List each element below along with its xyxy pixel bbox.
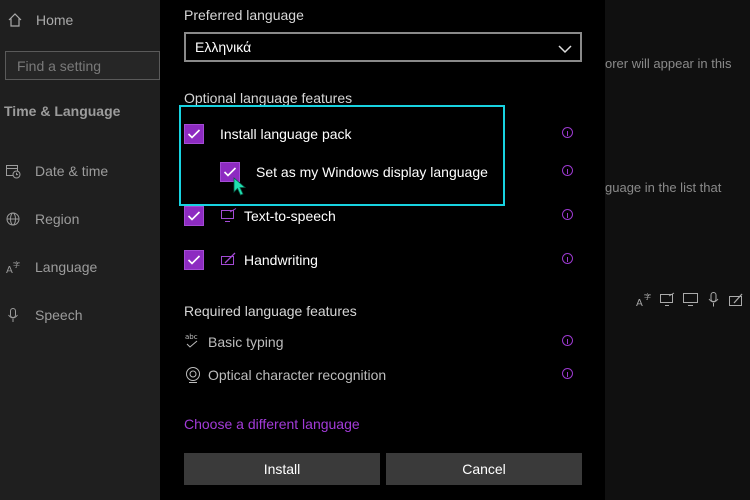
checkmark-icon	[187, 255, 201, 265]
display-icon	[682, 291, 699, 308]
language-icon: A字	[4, 259, 22, 275]
basic-typing-label: Basic typing	[208, 334, 284, 350]
microphone-icon	[4, 307, 22, 323]
find-setting-input[interactable]: Find a setting	[5, 51, 160, 80]
info-icon[interactable]	[562, 253, 573, 264]
highlight-box	[179, 105, 505, 206]
preferred-language-label: Preferred language	[184, 7, 304, 23]
mouse-cursor-icon	[233, 177, 247, 202]
background-feature-icons: A字 abc	[636, 291, 750, 308]
optional-features-title: Optional language features	[184, 90, 353, 106]
globe-icon	[4, 211, 22, 227]
section-title: Time & Language	[4, 103, 121, 119]
text-to-speech-icon	[220, 207, 238, 223]
chevron-down-icon	[558, 41, 572, 57]
svg-text:A: A	[636, 298, 643, 308]
text-to-speech-checkbox[interactable]	[184, 206, 204, 226]
text-to-speech-icon	[659, 291, 676, 308]
settings-sidebar: Home Find a setting Time & Language Date…	[0, 0, 160, 500]
sidebar-item-speech[interactable]: Speech	[4, 304, 82, 326]
background-text-1: orer will appear in this	[605, 56, 732, 71]
background-content-pane	[605, 0, 750, 500]
svg-text:A: A	[6, 265, 13, 275]
sidebar-home[interactable]: Home	[4, 10, 73, 30]
preferred-language-dropdown[interactable]: Ελληνικά	[184, 32, 582, 62]
choose-different-language-link[interactable]: Choose a different language	[184, 416, 360, 432]
sidebar-item-date-time[interactable]: Date & time	[4, 160, 108, 182]
microphone-icon	[705, 291, 722, 308]
handwriting-label: Handwriting	[244, 252, 318, 268]
ocr-icon	[184, 366, 202, 384]
handwriting-icon	[220, 251, 238, 267]
selected-language-value: Ελληνικά	[195, 39, 252, 55]
install-button[interactable]: Install	[184, 453, 380, 485]
info-icon[interactable]	[562, 335, 573, 346]
required-features-title: Required language features	[184, 303, 357, 319]
text-to-speech-label: Text-to-speech	[244, 208, 336, 224]
background-text-2: guage in the list that	[605, 180, 722, 195]
language-icon: A字	[636, 291, 653, 308]
sidebar-item-language[interactable]: A字 Language	[4, 256, 97, 278]
sidebar-item-label: Speech	[35, 307, 83, 323]
checkmark-icon	[187, 211, 201, 221]
info-icon[interactable]	[562, 165, 573, 176]
info-icon[interactable]	[562, 127, 573, 138]
svg-text:字: 字	[644, 292, 651, 301]
info-icon[interactable]	[562, 368, 573, 379]
ocr-label: Optical character recognition	[208, 367, 387, 383]
svg-text:字: 字	[13, 260, 20, 269]
svg-text:abc: abc	[185, 333, 198, 341]
add-language-dialog: Preferred language Ελληνικά Optional lan…	[160, 0, 605, 500]
sidebar-item-region[interactable]: Region	[4, 208, 79, 230]
handwriting-icon	[728, 291, 745, 308]
sidebar-item-label: Region	[35, 211, 80, 227]
sidebar-item-label: Language	[35, 259, 98, 275]
cancel-button[interactable]: Cancel	[386, 453, 582, 485]
info-icon[interactable]	[562, 209, 573, 220]
handwriting-checkbox[interactable]	[184, 250, 204, 270]
home-icon	[4, 12, 26, 28]
sidebar-item-label: Date & time	[35, 163, 109, 179]
basic-typing-icon: abc	[184, 332, 202, 350]
calendar-clock-icon	[4, 163, 22, 179]
home-label: Home	[36, 12, 74, 28]
